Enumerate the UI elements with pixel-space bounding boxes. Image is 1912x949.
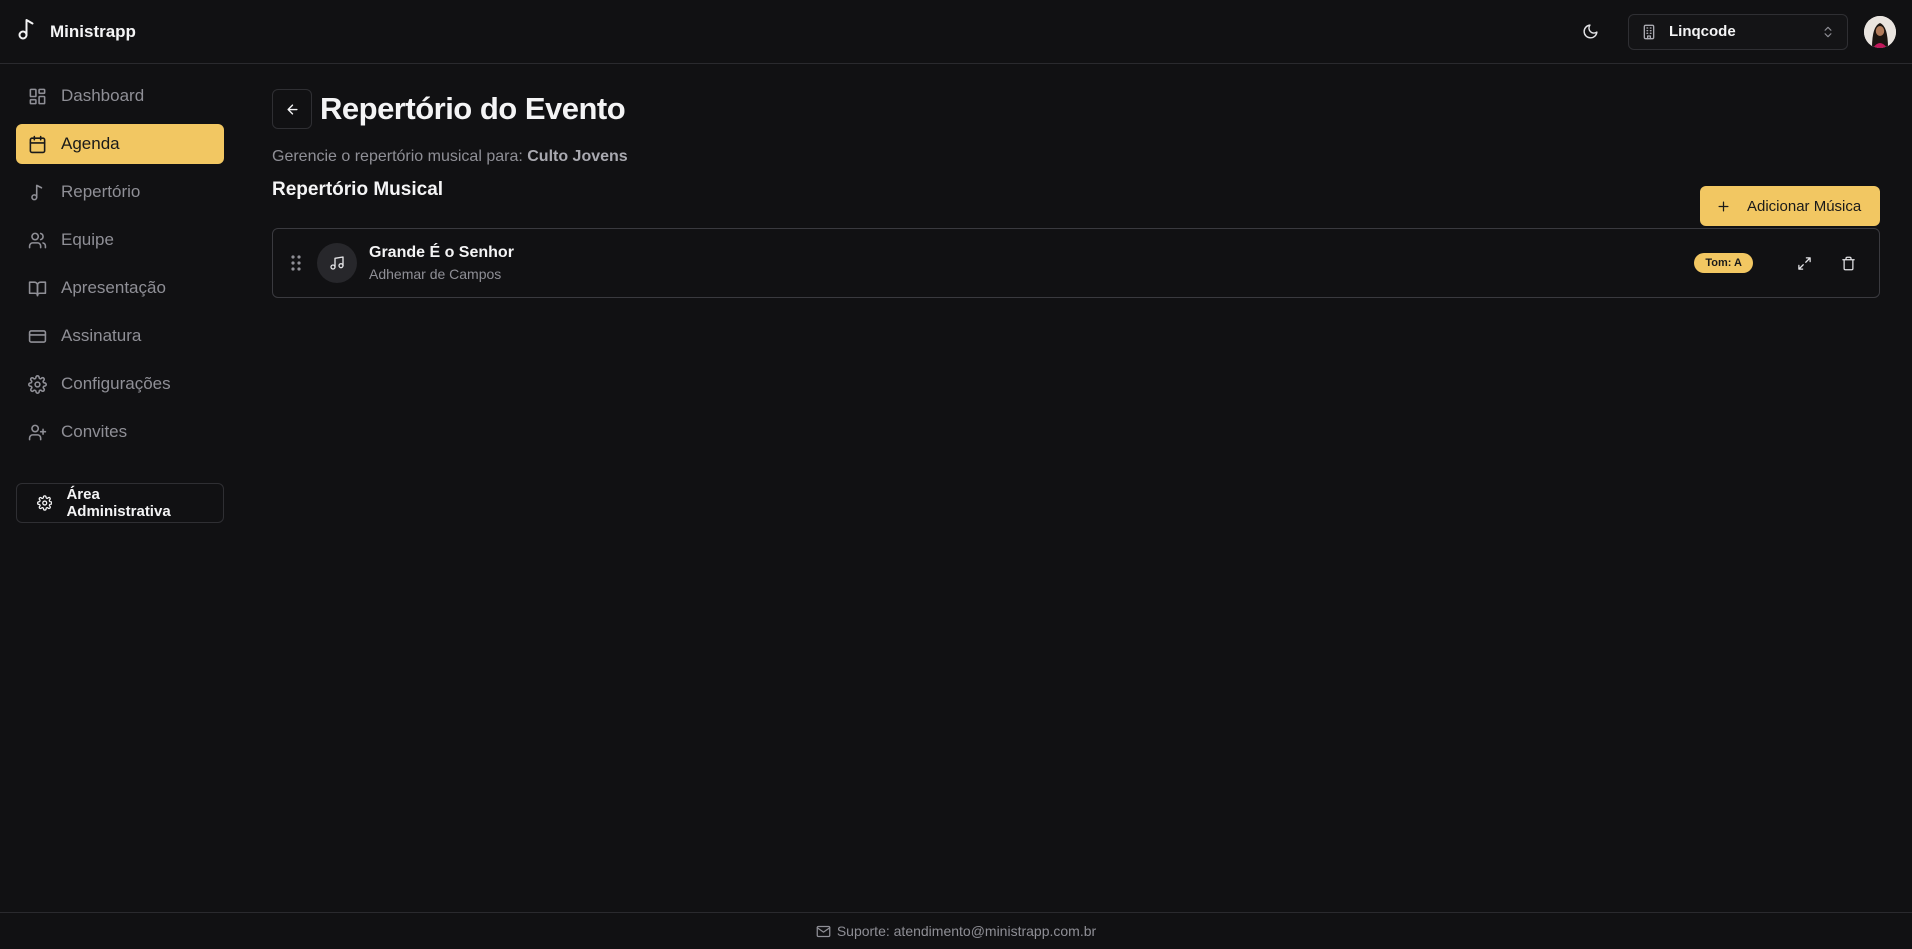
plus-icon: [1718, 201, 1729, 211]
sidebar-item-label: Agenda: [61, 134, 120, 153]
sidebar-item-label: Dashboard: [61, 86, 145, 105]
footer: Suporte: atendimento@ministrapp.com.br: [0, 912, 1912, 949]
chevrons-up-down-icon: [1824, 26, 1832, 37]
drag-handle[interactable]: [287, 254, 305, 272]
app-name: Ministrapp: [50, 21, 136, 41]
top-bar: Ministrapp Linqcode: [0, 0, 1912, 64]
music-note-icon: [31, 184, 43, 200]
organization-name: Linqcode: [1669, 23, 1736, 40]
organization-select[interactable]: Linqcode: [1628, 13, 1848, 50]
page-title: Repertório do Evento: [320, 91, 626, 126]
song-list: Grande É o Senhor Adhemar de Campos Tom:…: [272, 228, 1880, 298]
event-name: Culto Jovens: [527, 148, 628, 165]
key-badge: Tom: A: [1694, 253, 1753, 273]
song-title: Grande É o Senhor: [369, 244, 514, 261]
delete-song-button[interactable]: [1831, 246, 1865, 280]
sidebar-item-label: Convites: [61, 422, 128, 441]
main-content: Repertório do Evento Gerencie o repertór…: [272, 65, 1880, 298]
sidebar-item-dashboard[interactable]: Dashboard: [16, 76, 224, 116]
expand-icon: [1797, 256, 1811, 270]
sidebar: Dashboard Agenda Repertório Equipe Apres…: [0, 65, 240, 911]
sidebar-item-label: Apresentação: [61, 278, 166, 297]
add-song-button[interactable]: Adicionar Música: [1700, 186, 1880, 226]
sidebar-item-label: Repertório: [61, 182, 141, 201]
sidebar-item-configuracoes[interactable]: Configurações: [16, 364, 224, 404]
song-avatar: [317, 243, 357, 283]
music-note-logo-icon: [16, 17, 38, 46]
subtitle-prefix: Gerencie o repertório musical para:: [272, 148, 523, 165]
page-subtitle: Gerencie o repertório musical para: Cult…: [272, 148, 1880, 166]
grip-vertical-icon: [291, 255, 301, 271]
music-notes-icon: [330, 256, 344, 270]
sidebar-item-apresentacao[interactable]: Apresentação: [16, 268, 224, 308]
support-link[interactable]: Suporte: atendimento@ministrapp.com.br: [837, 923, 1096, 939]
sidebar-item-label: Assinatura: [61, 326, 142, 345]
gear-icon: [28, 374, 47, 394]
list-item[interactable]: Grande É o Senhor Adhemar de Campos Tom:…: [272, 228, 1880, 298]
building-icon: [1643, 24, 1655, 39]
sidebar-item-agenda[interactable]: Agenda: [16, 124, 224, 164]
user-plus-icon: [28, 424, 47, 440]
credit-card-icon: [28, 329, 47, 343]
sidebar-item-equipe[interactable]: Equipe: [16, 220, 224, 260]
calendar-icon: [29, 135, 46, 153]
user-avatar[interactable]: [1864, 15, 1896, 48]
back-button[interactable]: [272, 89, 312, 129]
sidebar-item-assinatura[interactable]: Assinatura: [16, 316, 224, 356]
add-song-label: Adicionar Música: [1747, 197, 1862, 215]
section-title: Repertório Musical: [272, 179, 444, 200]
moon-icon: [1583, 24, 1598, 39]
admin-area-button[interactable]: Área Administrativa: [16, 483, 224, 523]
trash-icon: [1841, 256, 1855, 270]
sidebar-item-repertorio[interactable]: Repertório: [16, 172, 224, 212]
gear-icon: [37, 495, 53, 511]
users-icon: [28, 232, 47, 248]
mail-icon: [816, 925, 831, 937]
song-artist: Adhemar de Campos: [369, 266, 502, 282]
sidebar-item-label: Equipe: [61, 230, 114, 249]
brand[interactable]: Ministrapp: [16, 17, 136, 46]
admin-area-label: Área Administrativa: [66, 486, 171, 520]
sidebar-item-label: Configurações: [61, 374, 171, 393]
expand-song-button[interactable]: [1787, 246, 1821, 280]
book-open-icon: [28, 280, 47, 296]
dashboard-icon: [29, 88, 46, 104]
theme-toggle-button[interactable]: [1572, 14, 1608, 50]
arrow-left-icon: [286, 103, 298, 115]
sidebar-nav: Dashboard Agenda Repertório Equipe Apres…: [0, 65, 240, 452]
sidebar-item-convites[interactable]: Convites: [16, 412, 224, 452]
